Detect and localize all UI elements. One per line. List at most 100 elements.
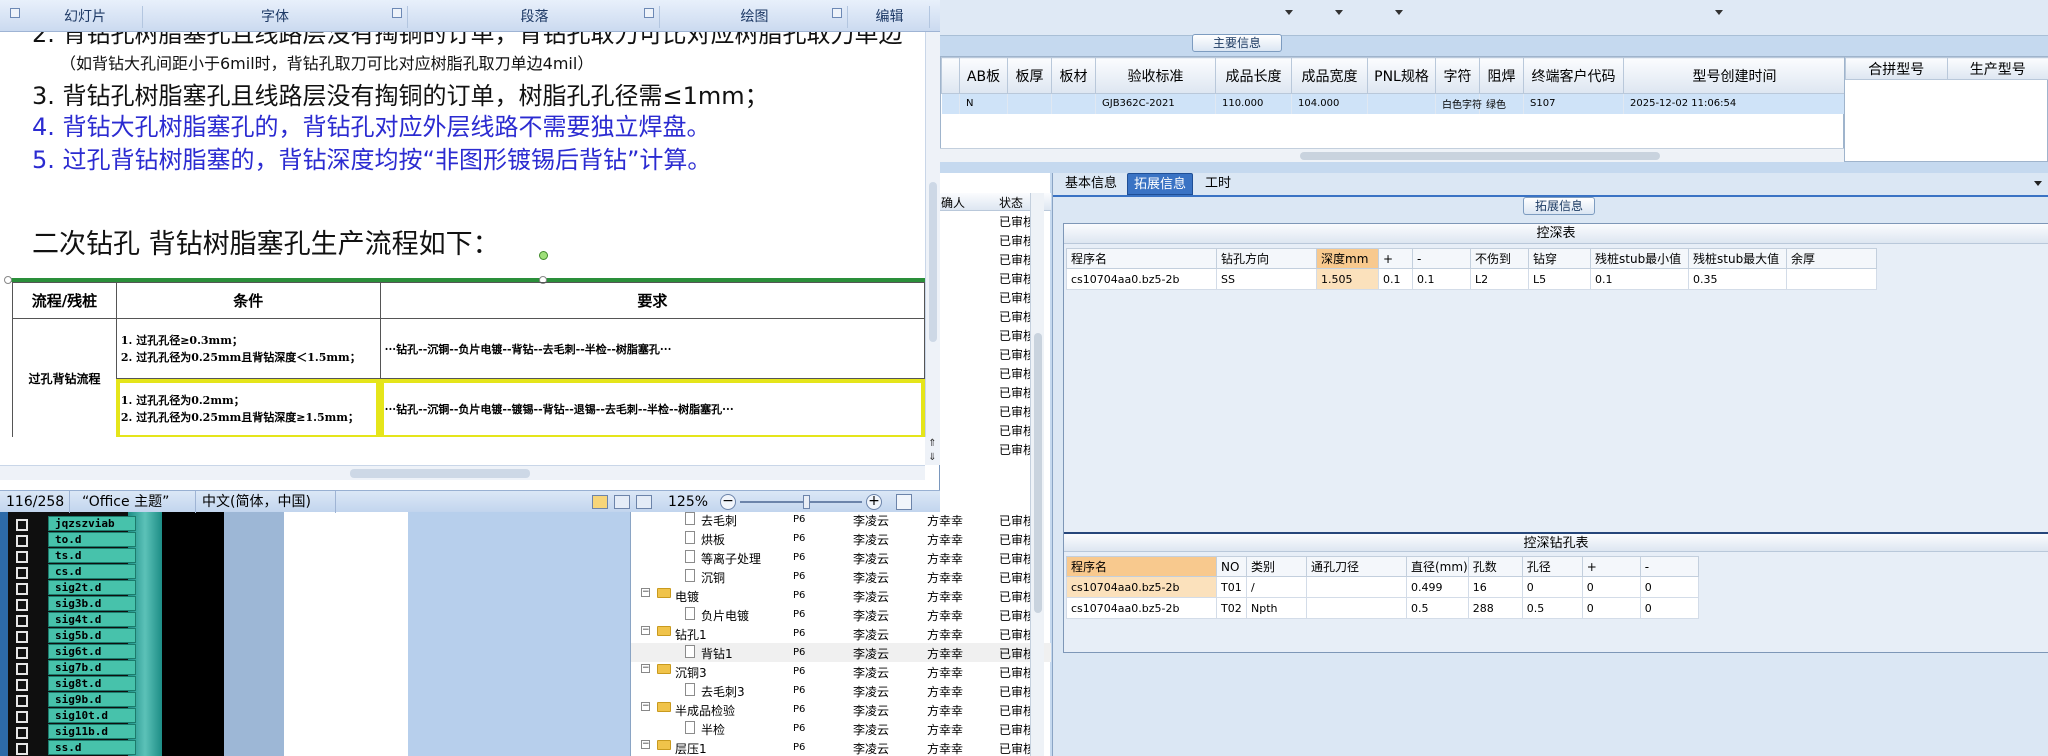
doc-process-table[interactable]: 流程/残桩 条件 要求 过孔背钻流程 1. 过孔孔径≥0.3mm； 2. 过孔孔… xyxy=(12,282,925,437)
layer-item[interactable]: sig10t.d xyxy=(8,708,136,724)
hole-cell[interactable]: / xyxy=(1246,576,1307,598)
expand-toggle-icon[interactable]: − xyxy=(641,588,650,597)
layer-item[interactable]: ss.d xyxy=(8,740,136,756)
layer-checkbox[interactable] xyxy=(16,663,28,675)
layer-item[interactable]: to.d xyxy=(8,532,136,548)
ribbon-group-editing[interactable]: 编辑 xyxy=(850,6,930,28)
tree-row[interactable]: 背钻1 P6 李凌云 方幸幸 已审核 xyxy=(631,643,1051,662)
hole-cell[interactable]: 0 xyxy=(1521,576,1583,598)
layer-item[interactable]: sig2t.d xyxy=(8,580,136,596)
main-info-col-header[interactable]: 终端客户代码 xyxy=(1523,57,1624,94)
tree-row[interactable]: 负片电镀 P6 李凌云 方幸幸 已审核 xyxy=(631,605,1051,624)
depth-col-header[interactable]: - xyxy=(1412,248,1471,269)
zoom-in-icon[interactable]: + xyxy=(866,494,882,510)
depth-col-header[interactable]: 深度mm xyxy=(1316,248,1379,269)
hole-cell[interactable]: Npth xyxy=(1246,597,1307,619)
tree-row[interactable]: − 电镀 P6 李凌云 方幸幸 已审核 xyxy=(631,586,1051,605)
main-info-row[interactable]: N GJB362C-2021 110.000 104.000 白色字符 绿色 S107 202… xyxy=(941,93,1846,114)
depth-col-header[interactable]: + xyxy=(1378,248,1413,269)
hole-col-header[interactable]: 程序名 xyxy=(1066,556,1217,577)
main-info-cell[interactable]: 绿色 xyxy=(1479,93,1524,114)
hole-col-header[interactable]: 类别 xyxy=(1246,556,1307,577)
layer-item[interactable]: sig8t.d xyxy=(8,676,136,692)
depth-cell[interactable]: 0.1 xyxy=(1590,268,1689,290)
main-info-cell[interactable]: 104.000 xyxy=(1291,93,1368,114)
slide-sorter-icon[interactable] xyxy=(614,495,630,509)
layer-item[interactable]: sig3b.d xyxy=(8,596,136,612)
normal-view-icon[interactable] xyxy=(592,495,608,509)
dialog-launcher-icon[interactable] xyxy=(644,8,654,18)
panel-menu-arrow-icon[interactable] xyxy=(2034,181,2042,186)
layer-checkbox[interactable] xyxy=(16,567,28,579)
main-info-cell[interactable] xyxy=(1007,93,1052,114)
dialog-launcher-icon[interactable] xyxy=(832,8,842,18)
depth-cell[interactable]: 0.1 xyxy=(1412,268,1471,290)
layer-checkbox[interactable] xyxy=(16,695,28,707)
main-info-hscrollbar[interactable] xyxy=(940,148,1844,162)
layer-checkbox[interactable] xyxy=(16,599,28,611)
hole-col-header[interactable]: 孔数 xyxy=(1467,556,1523,577)
depth-cell[interactable]: SS xyxy=(1216,268,1317,290)
hole-cell[interactable]: 16 xyxy=(1467,576,1523,598)
tab-extended-info[interactable]: 拓展信息 xyxy=(1127,173,1194,195)
ribbon-group-paragraph[interactable]: 段落 xyxy=(410,6,660,28)
main-info-cell[interactable]: S107 xyxy=(1523,93,1624,114)
hole-col-header[interactable]: - xyxy=(1639,556,1699,577)
dropdown-arrow-icon[interactable] xyxy=(1395,10,1403,15)
tab-work-hours[interactable]: 工时 xyxy=(1199,173,1237,195)
merge-col-header[interactable]: 生产型号 xyxy=(1946,57,2048,80)
main-info-col-header[interactable]: 板厚 xyxy=(1007,57,1052,94)
layer-item[interactable]: sig11b.d xyxy=(8,724,136,740)
layer-checkbox[interactable] xyxy=(16,583,28,595)
main-info-cell[interactable]: GJB362C-2021 xyxy=(1095,93,1216,114)
page-nav-arrows-icon[interactable]: ⇑ ⇓ xyxy=(925,437,940,465)
main-info-col-header[interactable]: 阻焊 xyxy=(1479,57,1524,94)
main-info-cell[interactable]: 110.000 xyxy=(1215,93,1292,114)
main-info-cell[interactable]: 白色字符 xyxy=(1435,93,1482,114)
layer-checkbox[interactable] xyxy=(16,615,28,627)
depth-cell[interactable]: 0.35 xyxy=(1688,268,1787,290)
document-canvas[interactable]: 2. 背钻孔树脂塞孔且线路层没有掏铜的订单，背钻孔取刀可比对应树脂孔取刀单边 （… xyxy=(0,32,925,437)
expand-toggle-icon[interactable]: − xyxy=(641,702,650,711)
hole-col-header[interactable]: NO xyxy=(1216,556,1247,577)
layer-item[interactable]: sig6t.d xyxy=(8,644,136,660)
main-info-cell[interactable] xyxy=(1367,93,1436,114)
dropdown-arrow-icon[interactable] xyxy=(1335,10,1343,15)
status-page[interactable]: 116/258 xyxy=(0,491,70,513)
tree-row[interactable]: − 层压1 P6 李凌云 方幸幸 已审核 xyxy=(631,738,1051,756)
dropdown-arrow-icon[interactable] xyxy=(1285,10,1293,15)
hole-cell[interactable]: 0.499 xyxy=(1406,576,1469,598)
layer-item[interactable]: sig4t.d xyxy=(8,612,136,628)
depth-cell[interactable] xyxy=(1786,268,1877,290)
layer-checkbox[interactable] xyxy=(16,679,28,691)
main-info-col-header[interactable]: PNL规格 xyxy=(1367,57,1436,94)
splitter[interactable] xyxy=(940,163,2048,173)
doc-vscrollbar[interactable] xyxy=(925,32,940,437)
rotate-handle[interactable] xyxy=(539,251,548,260)
depth-cell[interactable]: 1.505 xyxy=(1316,268,1379,290)
zoom-slider[interactable] xyxy=(740,501,862,503)
tree-row[interactable]: 沉铜 P6 李凌云 方幸幸 已审核 xyxy=(631,567,1051,586)
hole-cell[interactable]: 288 xyxy=(1467,597,1523,619)
layer-checkbox[interactable] xyxy=(16,711,28,723)
hole-cell[interactable] xyxy=(1306,576,1407,598)
main-info-cell[interactable] xyxy=(1051,93,1096,114)
depth-cell[interactable]: 0.1 xyxy=(1378,268,1413,290)
hole-cell[interactable]: T02 xyxy=(1216,597,1247,619)
depth-col-header[interactable]: 钻孔方向 xyxy=(1216,248,1317,269)
depth-cell[interactable]: cs10704aa0.bz5-2b xyxy=(1066,268,1217,290)
hole-cell[interactable]: 0 xyxy=(1581,597,1641,619)
main-info-col-header[interactable]: 成品长度 xyxy=(1215,57,1292,94)
status-language[interactable]: 中文(简体，中国) xyxy=(196,491,336,513)
tree-row[interactable]: 烘板 P6 李凌云 方幸幸 已审核 xyxy=(631,529,1051,548)
layer-checkbox[interactable] xyxy=(16,631,28,643)
tree-row[interactable]: − 半成品检验 P6 李凌云 方幸幸 已审核 xyxy=(631,700,1051,719)
hole-cell[interactable]: cs10704aa0.bz5-2b xyxy=(1066,576,1217,598)
dropdown-arrow-icon[interactable] xyxy=(1715,10,1723,15)
tab-basic-info[interactable]: 基本信息 xyxy=(1059,173,1123,195)
tree-vscrollbar[interactable] xyxy=(1030,193,1044,756)
hole-cell[interactable]: 0 xyxy=(1639,576,1699,598)
layer-item[interactable]: sig9b.d xyxy=(8,692,136,708)
main-info-col-header[interactable]: 成品宽度 xyxy=(1291,57,1368,94)
dialog-launcher-icon[interactable] xyxy=(392,8,402,18)
